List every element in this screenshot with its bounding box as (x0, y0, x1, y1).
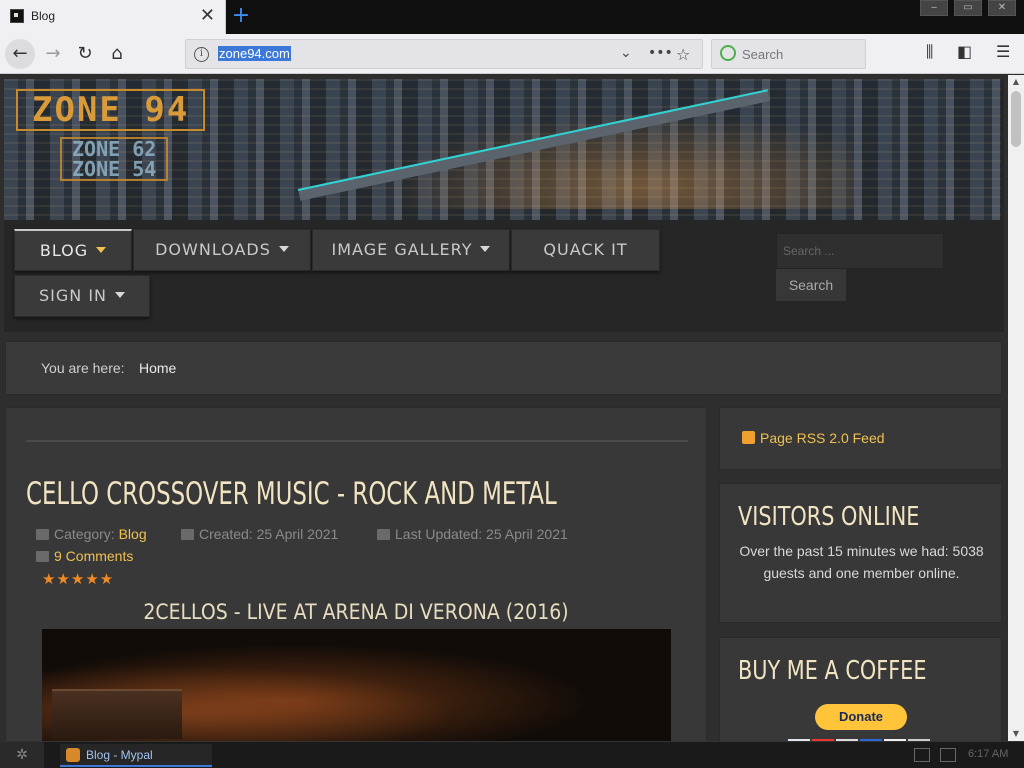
caret-down-icon (278, 246, 289, 252)
header-banner-image: ZONE 94 ZONE 62 ZONE 54 (4, 79, 1001, 220)
menu-item-downloads[interactable]: DOWNLOADS (133, 229, 311, 271)
site-favicon-icon (10, 9, 24, 23)
rss-label: Page RSS 2.0 Feed (760, 430, 885, 446)
embedded-video[interactable] (42, 629, 671, 741)
close-tab-icon[interactable]: ✕ (200, 6, 215, 26)
home-button[interactable]: ⌂ (102, 39, 132, 69)
search-icon (720, 45, 736, 61)
start-menu-icon[interactable]: ✲ (0, 742, 44, 768)
rss-module: Page RSS 2.0 Feed (719, 407, 1002, 470)
visitors-module: VISITORS ONLINE Over the past 15 minutes… (719, 483, 1002, 623)
menu-item-blog[interactable]: BLOG (14, 229, 132, 271)
folder-icon (36, 529, 49, 540)
site-search-input[interactable]: Search ... (776, 233, 944, 269)
menu-label-quack-it: QUACK IT (543, 240, 628, 259)
comments-link[interactable]: 9 Comments (54, 548, 133, 564)
article-category: Category: Blog (36, 526, 147, 542)
os-taskbar: ✲ Blog - Mypal 6:17 AM (0, 741, 1024, 768)
breadcrumb: You are here: Home (5, 341, 1002, 395)
network-tray-icon[interactable] (940, 748, 956, 762)
tab-bar: Blog ✕ + ‒ ▭ ✕ (0, 0, 1024, 34)
scroll-thumb[interactable] (1011, 91, 1021, 147)
article-title[interactable]: CELLO CROSSOVER MUSIC - ROCK AND METAL (26, 476, 557, 512)
menu-item-quack-it[interactable]: QUACK IT (511, 229, 660, 271)
sidebar-toggle-icon[interactable]: ◧ (957, 42, 972, 61)
back-button[interactable]: ← (5, 39, 35, 69)
bookmark-star-icon[interactable]: ☆ (676, 45, 690, 64)
calendar-icon (377, 529, 390, 540)
caret-down-icon (96, 247, 107, 253)
site-logo[interactable]: ZONE 94 (16, 89, 206, 131)
keyboard-tray-icon[interactable] (914, 748, 930, 762)
restore-window-button[interactable]: ▭ (954, 0, 982, 16)
site-logo-subtitle: ZONE 62 ZONE 54 (60, 137, 169, 181)
banner-city-glow (334, 99, 854, 209)
minimize-window-button[interactable]: ‒ (920, 0, 948, 16)
video-title: 2CELLOS - LIVE AT ARENA DI VERONA (2016) (143, 600, 569, 624)
logo-sub-line-2: ZONE 54 (72, 157, 157, 181)
taskbar-item-browser[interactable]: Blog - Mypal (60, 744, 212, 767)
forward-button[interactable]: → (38, 39, 68, 69)
library-icon[interactable]: ⫼ (926, 42, 933, 62)
tab-title: Blog (31, 9, 56, 23)
article-divider (26, 440, 688, 442)
new-tab-button[interactable]: + (228, 2, 254, 30)
page-actions-icon[interactable]: ••• (648, 45, 673, 61)
created-date: Created: 25 April 2021 (199, 526, 339, 542)
category-label: Category: (54, 526, 115, 542)
reload-button[interactable]: ↻ (70, 39, 100, 69)
comment-icon (36, 551, 49, 562)
coffee-module: BUY ME A COFFEE Donate (719, 637, 1002, 741)
menu-label-blog: BLOG (39, 241, 89, 260)
navigation-toolbar: ← → ↻ ⌂ i zone94.com ⌄ ••• ☆ Search ⫼ ◧ … (0, 34, 1024, 74)
close-window-button[interactable]: ✕ (988, 0, 1016, 16)
breadcrumb-home-link[interactable]: Home (139, 360, 176, 376)
caret-down-icon (480, 246, 491, 252)
site-info-icon[interactable]: i (194, 47, 209, 62)
article-container: CELLO CROSSOVER MUSIC - ROCK AND METAL C… (5, 407, 707, 741)
article-created: Created: 25 April 2021 (181, 526, 338, 542)
taskbar-item-label: Blog - Mypal (86, 748, 153, 762)
rss-icon (742, 431, 755, 444)
taskbar-clock[interactable]: 6:17 AM (968, 748, 1008, 760)
visitors-text: Over the past 15 minutes we had: 5038 gu… (739, 543, 984, 581)
menu-label-image-gallery: IMAGE GALLERY (331, 240, 473, 259)
category-link[interactable]: Blog (119, 526, 147, 542)
calendar-icon (181, 529, 194, 540)
tab-blog[interactable]: Blog ✕ (0, 0, 226, 34)
search-placeholder: Search (742, 47, 784, 62)
menu-item-sign-in[interactable]: SIGN IN (14, 275, 150, 317)
breadcrumb-label: You are here: (41, 360, 125, 376)
rating-stars[interactable]: ★★★★★ (42, 570, 114, 588)
menu-item-image-gallery[interactable]: IMAGE GALLERY (312, 229, 510, 271)
menu-hamburger-icon[interactable]: ☰ (996, 42, 1010, 61)
visitors-heading: VISITORS ONLINE (738, 502, 920, 532)
payment-cards (788, 734, 938, 741)
chevron-down-icon[interactable]: ⌄ (620, 45, 632, 61)
site-search-button[interactable]: Search (776, 269, 846, 301)
rss-feed-link[interactable]: Page RSS 2.0 Feed (742, 430, 885, 446)
video-thumbnail-arena (52, 689, 182, 739)
scroll-up-icon[interactable]: ▲ (1008, 75, 1024, 89)
browser-search-box[interactable]: Search (711, 39, 866, 69)
url-bar[interactable]: i zone94.com ⌄ ••• ☆ (185, 39, 703, 69)
updated-date: Last Updated: 25 April 2021 (395, 526, 568, 542)
article-updated: Last Updated: 25 April 2021 (377, 526, 568, 542)
menu-label-downloads: DOWNLOADS (155, 240, 271, 259)
scroll-down-icon[interactable]: ▼ (1008, 727, 1024, 741)
browser-app-icon (66, 748, 80, 762)
coffee-heading: BUY ME A COFFEE (738, 656, 927, 686)
donate-button[interactable]: Donate (815, 704, 907, 730)
logo-sub-line-1: ZONE 62 (72, 137, 157, 161)
page-viewport: ZONE 94 ZONE 62 ZONE 54 BLOG DOWNLOADS I… (0, 75, 1008, 741)
article-comments: 9 Comments (36, 548, 133, 564)
page-scrollbar[interactable]: ▲ ▼ (1008, 75, 1024, 741)
url-text[interactable]: zone94.com (218, 46, 291, 61)
menu-label-sign-in: SIGN IN (38, 286, 107, 305)
caret-down-icon (115, 292, 125, 298)
